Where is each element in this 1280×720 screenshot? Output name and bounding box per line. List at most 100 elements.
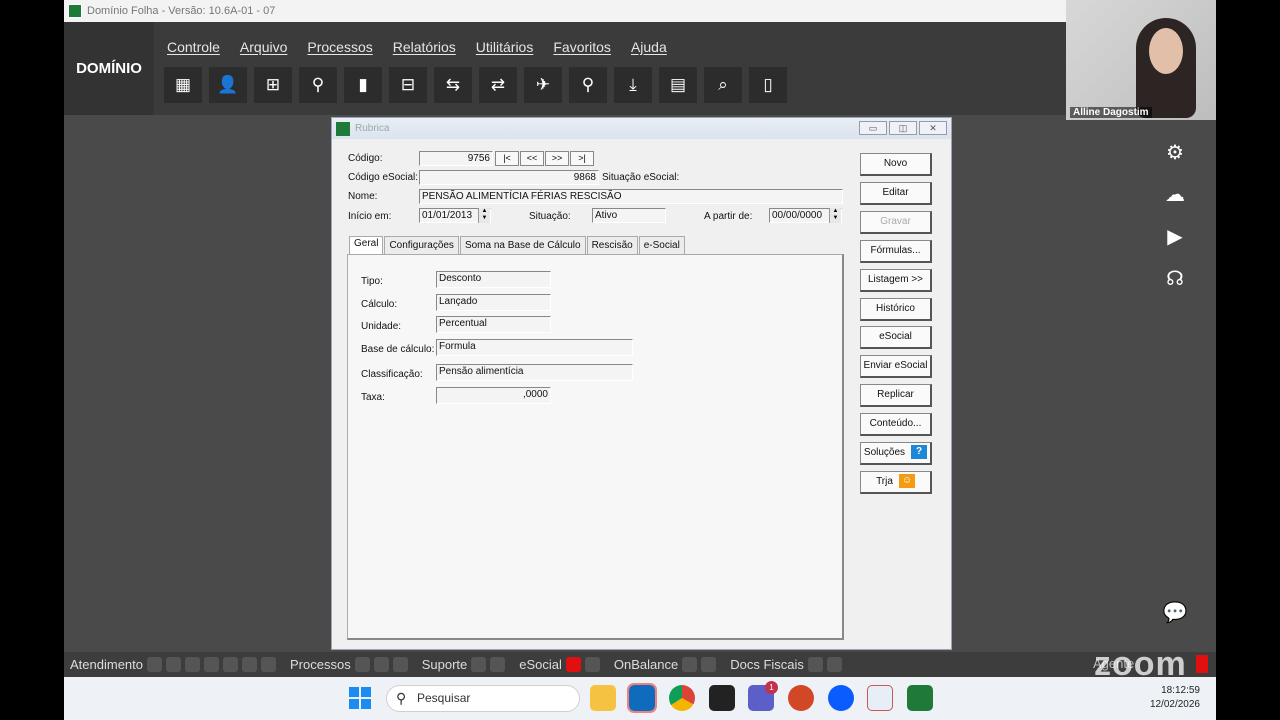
chat-icon[interactable]: 💬 bbox=[1160, 600, 1190, 625]
taxa-label: Taxa: bbox=[361, 392, 385, 403]
prev-record-button[interactable]: << bbox=[520, 151, 544, 166]
status-icon bbox=[354, 657, 370, 672]
airplane-icon[interactable]: ✈ bbox=[524, 67, 562, 103]
teams-icon[interactable]: 1 bbox=[748, 681, 778, 711]
docs-fiscais-item[interactable]: Docs Fiscais bbox=[730, 657, 842, 672]
transfer-icon[interactable]: ⇆ bbox=[434, 67, 472, 103]
last-record-button[interactable]: >| bbox=[570, 151, 594, 166]
download-icon[interactable]: ⤓ bbox=[614, 67, 652, 103]
esocial-item[interactable]: eSocial bbox=[519, 657, 600, 672]
status-icon bbox=[147, 657, 162, 672]
status-icon bbox=[471, 657, 487, 672]
minimize-button[interactable]: ▭ bbox=[859, 121, 887, 135]
dominio-app-icon[interactable] bbox=[907, 685, 933, 711]
menu-controle[interactable]: Controle bbox=[167, 39, 220, 55]
suporte-item[interactable]: Suporte bbox=[422, 657, 506, 672]
powerpoint-icon[interactable] bbox=[788, 685, 814, 711]
tab-esocial[interactable]: e-Social bbox=[638, 236, 685, 254]
cloud-upload-icon[interactable]: ☁ bbox=[1155, 182, 1195, 206]
editar-button[interactable]: Editar bbox=[860, 182, 932, 205]
calculator-form-icon[interactable]: ⊟ bbox=[389, 67, 427, 103]
situacao-field[interactable]: Ativo bbox=[592, 208, 666, 223]
trja-button[interactable]: Trja ☺ bbox=[860, 471, 932, 494]
novo-button[interactable]: Novo bbox=[860, 153, 932, 176]
processos-item[interactable]: Processos bbox=[290, 657, 408, 672]
menu-arquivo[interactable]: Arquivo bbox=[240, 39, 287, 55]
inicio-em-spinner[interactable]: ▲ ▼ bbox=[478, 208, 490, 223]
a-partir-de-spinner[interactable]: ▲ ▼ bbox=[829, 208, 841, 223]
historico-button[interactable]: Histórico bbox=[860, 298, 932, 321]
outlook-icon[interactable] bbox=[627, 683, 657, 713]
next-record-button[interactable]: >> bbox=[545, 151, 569, 166]
list-add-icon[interactable]: ⊞ bbox=[254, 67, 292, 103]
user-icon[interactable]: 👤 bbox=[209, 67, 247, 103]
taskbar-clock[interactable]: 18:12:59 12/02/2026 bbox=[1150, 684, 1200, 712]
classificacao-field[interactable]: Pensão alimentícia bbox=[436, 364, 633, 381]
sticky-notes-icon[interactable] bbox=[709, 685, 735, 711]
onbalance-item[interactable]: OnBalance bbox=[614, 657, 717, 672]
snipping-tool-icon[interactable] bbox=[867, 685, 893, 711]
headset-icon[interactable]: ☊ bbox=[1155, 266, 1195, 290]
solucoes-button[interactable]: Soluções? bbox=[860, 442, 932, 465]
base-calculo-field[interactable]: Formula bbox=[436, 339, 633, 356]
gear-icon[interactable]: ⚙ bbox=[1155, 140, 1195, 164]
chart-search-icon[interactable]: ⌕ bbox=[704, 67, 742, 103]
formulas-button[interactable]: Fórmulas... bbox=[860, 240, 932, 263]
menu-utilitarios[interactable]: Utilitários bbox=[476, 39, 534, 55]
zoom-icon[interactable] bbox=[828, 685, 854, 711]
menu-processos[interactable]: Processos bbox=[307, 39, 372, 55]
file-explorer-icon[interactable] bbox=[590, 685, 616, 711]
building-icon[interactable]: ▦ bbox=[164, 67, 202, 103]
replicar-button[interactable]: Replicar bbox=[860, 384, 932, 407]
unidade-field[interactable]: Percentual bbox=[436, 316, 551, 333]
codigo-esocial-field[interactable]: 9868 bbox=[419, 170, 599, 185]
calculator-icon[interactable]: ▤ bbox=[659, 67, 697, 103]
windows-start-icon[interactable] bbox=[349, 687, 371, 709]
status-bar: Atendimento Processos Suporte eSocial On… bbox=[64, 652, 1216, 677]
taxa-field[interactable]: ,0000 bbox=[436, 387, 551, 404]
geral-panel: Tipo: Desconto Cálculo: Lançado Unidade:… bbox=[347, 254, 844, 640]
document-icon[interactable]: ▮ bbox=[344, 67, 382, 103]
enviar-esocial-button[interactable]: Enviar eSocial bbox=[860, 355, 932, 378]
alert-icon bbox=[565, 657, 581, 672]
help-icon: ? bbox=[911, 445, 928, 460]
brand-logo: DOMÍNIO bbox=[64, 22, 154, 115]
search-icon[interactable]: ⚲ bbox=[569, 67, 607, 103]
gravar-button[interactable]: Gravar bbox=[860, 211, 932, 234]
search-icon: ⚲ bbox=[396, 690, 407, 706]
status-icon bbox=[261, 657, 276, 672]
codigo-field[interactable]: 9756 bbox=[419, 151, 493, 166]
atendimento-item[interactable]: Atendimento bbox=[70, 657, 276, 672]
esocial-button[interactable]: eSocial bbox=[860, 326, 932, 349]
play-icon[interactable]: ▶ bbox=[1155, 224, 1195, 248]
menu-ajuda[interactable]: Ajuda bbox=[631, 39, 667, 55]
status-icon bbox=[242, 657, 257, 672]
first-record-button[interactable]: |< bbox=[495, 151, 519, 166]
conteudo-button[interactable]: Conteúdo... bbox=[860, 413, 932, 436]
tab-geral[interactable]: Geral bbox=[349, 236, 384, 254]
maximize-button[interactable]: ◫ bbox=[889, 121, 917, 135]
user-search-icon[interactable]: ⚲ bbox=[299, 67, 337, 103]
trja-label: Trja bbox=[876, 476, 893, 487]
tab-rescisao[interactable]: Rescisão bbox=[586, 236, 638, 254]
calculo-field[interactable]: Lançado bbox=[436, 294, 551, 311]
tab-soma-base-calculo[interactable]: Soma na Base de Cálculo bbox=[459, 236, 586, 254]
menu-relatorios[interactable]: Relatórios bbox=[393, 39, 456, 55]
search-placeholder: Pesquisar bbox=[417, 691, 471, 705]
tab-configuracoes[interactable]: Configurações bbox=[384, 236, 459, 254]
exchange-document-icon[interactable]: ⇄ bbox=[479, 67, 517, 103]
door-exit-icon[interactable]: ▯ bbox=[749, 67, 787, 103]
tipo-label: Tipo: bbox=[361, 276, 383, 287]
desktop: Domínio Folha - Versão: 10.6A-01 - 07 DO… bbox=[64, 0, 1216, 720]
record-indicator bbox=[1196, 655, 1208, 673]
taskbar-search[interactable]: ⚲ Pesquisar bbox=[386, 685, 580, 712]
close-button[interactable]: ✕ bbox=[919, 121, 947, 135]
nome-label: Nome: bbox=[348, 191, 378, 202]
tipo-field[interactable]: Desconto bbox=[436, 271, 551, 288]
app-icon bbox=[68, 4, 82, 18]
chrome-icon[interactable] bbox=[669, 685, 695, 711]
menu-favoritos[interactable]: Favoritos bbox=[553, 39, 611, 55]
status-icon bbox=[826, 657, 842, 672]
listagem-button[interactable]: Listagem >> bbox=[860, 269, 932, 292]
nome-field[interactable]: PENSÃO ALIMENTÍCIA FÉRIAS RESCISÃO bbox=[419, 189, 843, 204]
